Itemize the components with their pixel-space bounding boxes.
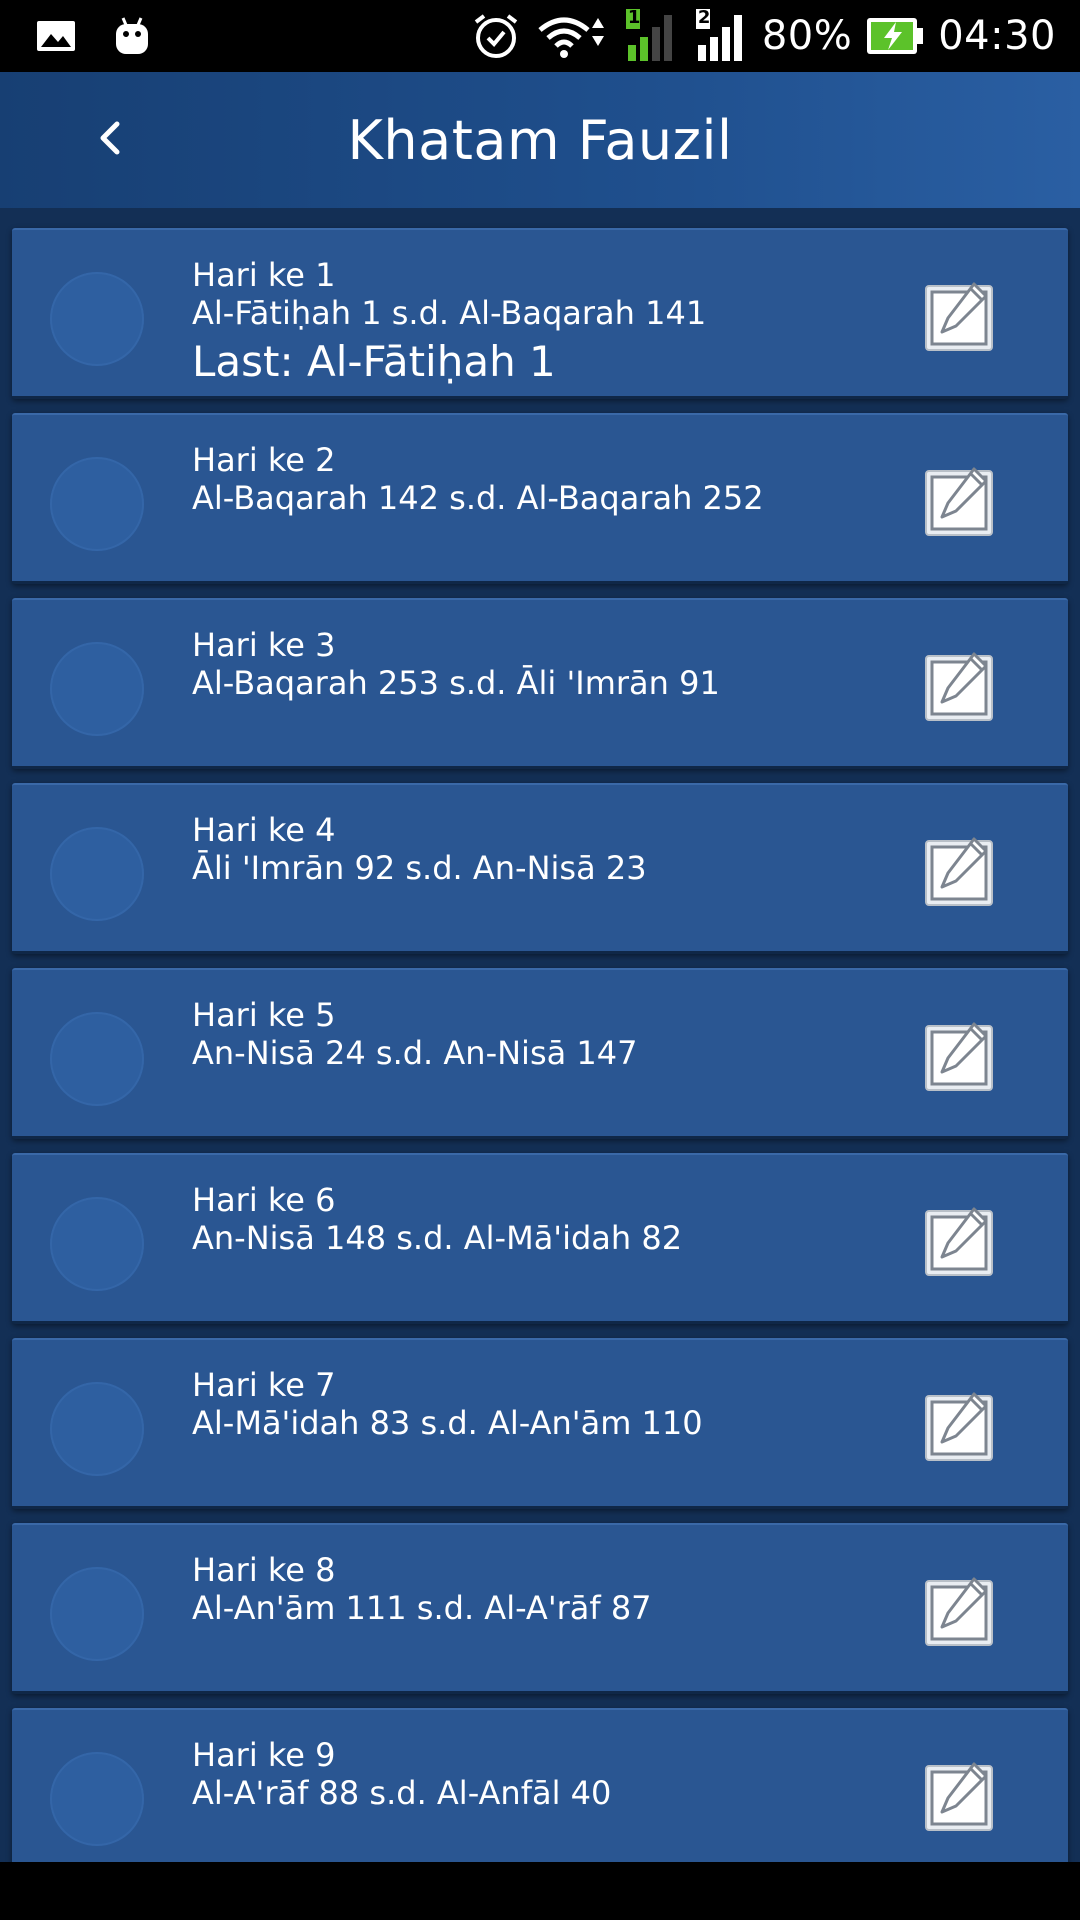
completion-checkbox[interactable] [50,1012,144,1106]
edit-icon [924,650,996,726]
day-label: Hari ke 5 [192,996,336,1034]
completion-checkbox[interactable] [50,272,144,366]
list-item-text: Hari ke 2 Al-Baqarah 142 s.d. Al-Baqarah… [192,441,764,517]
edit-icon [924,1575,996,1651]
range-label: Al-Baqarah 253 s.d. Āli 'Imrān 91 [192,664,720,702]
range-label: Al-An'ām 111 s.d. Al-A'rāf 87 [192,1589,652,1627]
edit-icon [924,835,996,911]
list-item[interactable]: Hari ke 3 Al-Baqarah 253 s.d. Āli 'Imrān… [12,598,1068,769]
alarm-icon [470,12,522,60]
range-label: An-Nisā 24 s.d. An-Nisā 147 [192,1034,638,1072]
edit-button[interactable] [924,282,996,354]
day-label: Hari ke 3 [192,626,336,664]
list-item[interactable]: Hari ke 7 Al-Mā'idah 83 s.d. Al-An'ām 11… [12,1338,1068,1509]
edit-icon [924,1020,996,1096]
range-label: Āli 'Imrān 92 s.d. An-Nisā 23 [192,849,647,887]
completion-checkbox[interactable] [50,1382,144,1476]
android-debug-icon [114,16,150,56]
back-button[interactable] [70,100,150,180]
wifi-icon [536,12,608,60]
edit-button[interactable] [924,467,996,539]
image-notification-icon [36,20,76,52]
edit-button[interactable] [924,837,996,909]
status-bar: 1 2 80% 04:30 [0,0,1080,72]
list-item[interactable]: Hari ke 9 Al-A'rāf 88 s.d. Al-Anfāl 40 [12,1708,1068,1862]
edit-icon [924,1390,996,1466]
day-label: Hari ke 1 [192,256,336,294]
app-bar: Khatam Fauzil [0,72,1080,208]
day-label: Hari ke 9 [192,1736,336,1774]
edit-icon [924,280,996,356]
edit-icon [924,1760,996,1836]
range-label: Al-Fātiḥah 1 s.d. Al-Baqarah 141 [192,294,707,332]
completion-checkbox[interactable] [50,642,144,736]
edit-button[interactable] [924,652,996,724]
sim1-label: 1 [627,7,641,28]
day-label: Hari ke 7 [192,1366,336,1404]
page-title: Khatam Fauzil [347,108,733,172]
completion-checkbox[interactable] [50,827,144,921]
completion-checkbox[interactable] [50,1197,144,1291]
list-item-text: Hari ke 7 Al-Mā'idah 83 s.d. Al-An'ām 11… [192,1366,703,1442]
completion-checkbox[interactable] [50,457,144,551]
signal-sim1-icon: 1 [622,7,678,63]
battery-charging-icon [866,16,924,56]
edit-icon [924,1205,996,1281]
battery-percent: 80% [761,13,853,59]
list-item-text: Hari ke 6 An-Nisā 148 s.d. Al-Mā'idah 82 [192,1181,682,1257]
list-item[interactable]: Hari ke 2 Al-Baqarah 142 s.d. Al-Baqarah… [12,413,1068,584]
day-list[interactable]: Hari ke 1 Al-Fātiḥah 1 s.d. Al-Baqarah 1… [0,208,1080,1862]
range-label: Al-Baqarah 142 s.d. Al-Baqarah 252 [192,479,764,517]
edit-button[interactable] [924,1577,996,1649]
list-item[interactable]: Hari ke 6 An-Nisā 148 s.d. Al-Mā'idah 82 [12,1153,1068,1324]
list-item[interactable]: Hari ke 1 Al-Fātiḥah 1 s.d. Al-Baqarah 1… [12,228,1068,399]
list-item-text: Hari ke 8 Al-An'ām 111 s.d. Al-A'rāf 87 [192,1551,652,1627]
list-item-text: Hari ke 5 An-Nisā 24 s.d. An-Nisā 147 [192,996,637,1072]
range-label: An-Nisā 148 s.d. Al-Mā'idah 82 [192,1219,683,1257]
list-item-text: Hari ke 1 Al-Fātiḥah 1 s.d. Al-Baqarah 1… [192,256,706,388]
edit-button[interactable] [924,1207,996,1279]
completion-checkbox[interactable] [50,1752,144,1846]
clock: 04:30 [938,13,1056,59]
range-label: Al-A'rāf 88 s.d. Al-Anfāl 40 [192,1774,612,1812]
range-label: Al-Mā'idah 83 s.d. Al-An'ām 110 [192,1404,703,1442]
sim2-label: 2 [697,7,711,28]
list-item-text: Hari ke 3 Al-Baqarah 253 s.d. Āli 'Imrān… [192,626,720,702]
signal-sim2-icon: 2 [692,7,748,63]
completion-checkbox[interactable] [50,1567,144,1661]
edit-icon [924,465,996,541]
list-item-text: Hari ke 4 Āli 'Imrān 92 s.d. An-Nisā 23 [192,811,647,887]
chevron-left-icon [95,118,125,162]
last-read-label: Last: Al-Fātiḥah 1 [192,337,556,386]
day-label: Hari ke 2 [192,441,336,479]
edit-button[interactable] [924,1392,996,1464]
bottom-bar [0,1862,1080,1920]
day-label: Hari ke 6 [192,1181,336,1219]
edit-button[interactable] [924,1022,996,1094]
list-item-text: Hari ke 9 Al-A'rāf 88 s.d. Al-Anfāl 40 [192,1736,611,1812]
screen: 1 2 80% 04:30 Khatam Fauzil Hari ke 1 Al… [0,0,1080,1920]
edit-button[interactable] [924,1762,996,1834]
day-label: Hari ke 8 [192,1551,336,1589]
day-label: Hari ke 4 [192,811,336,849]
list-item[interactable]: Hari ke 5 An-Nisā 24 s.d. An-Nisā 147 [12,968,1068,1139]
list-item[interactable]: Hari ke 8 Al-An'ām 111 s.d. Al-A'rāf 87 [12,1523,1068,1694]
list-item[interactable]: Hari ke 4 Āli 'Imrān 92 s.d. An-Nisā 23 [12,783,1068,954]
